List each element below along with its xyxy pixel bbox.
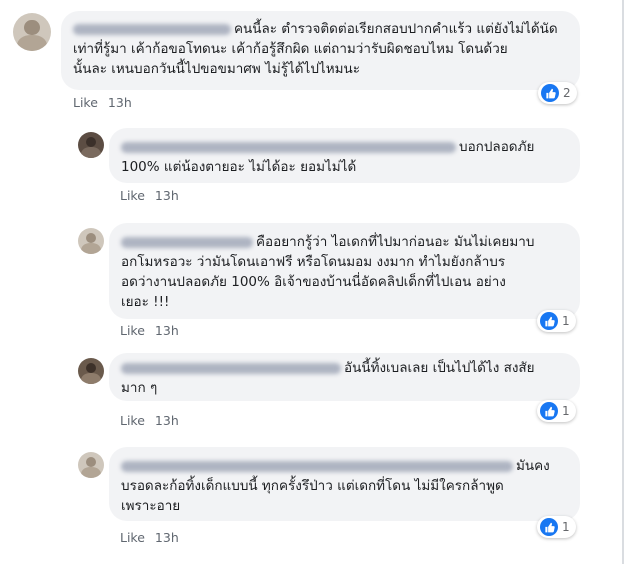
comment-bubble: อันนี้ทิ้งเบลเลย เป็นไปได้ไง สงสัย มาก ๆ (109, 353, 580, 401)
reaction-count-value: 1 (562, 314, 570, 328)
timestamp[interactable]: 13h (155, 413, 179, 428)
avatar[interactable] (78, 228, 104, 254)
thumbs-up-icon (540, 312, 558, 330)
comment-text-line: อกโมหรอวะ ว่ามันโดนเอาฟรี หรือโดนมอม งงม… (121, 254, 506, 270)
comment-meta: Like 13h (120, 530, 179, 545)
reaction-count-value: 1 (562, 520, 570, 534)
reaction-count-value: 2 (563, 86, 571, 100)
reaction-count[interactable]: 1 (537, 400, 576, 422)
like-button[interactable]: Like (120, 413, 145, 428)
comment-text-line: คืออยากรู้ว่า ไอเดกที่ไปมาก่อนอะ มันไม่เ… (256, 234, 535, 250)
comment-meta: Like 13h (73, 95, 132, 110)
comment-text-line: บอกปลอดภัย (459, 139, 535, 155)
timestamp[interactable]: 13h (155, 530, 179, 545)
like-button[interactable]: Like (120, 530, 145, 545)
comment-text-line: มาก ๆ (121, 380, 158, 396)
thumbs-up-icon (540, 518, 558, 536)
comment-text-line: เยอะ !!! (121, 294, 170, 310)
comment-text-line: เพราะอาย (121, 498, 181, 514)
comment-text-line: คนนี้ละ ตำรวจติดต่อเรียกสอบปากคำแร้ว แต่… (234, 21, 558, 37)
comment-bubble: มันคง บรอดละก้อทิ้งเด็กแบบนี้ ทุกครั้งรึ… (109, 447, 580, 521)
avatar[interactable] (13, 13, 51, 51)
timestamp[interactable]: 13h (155, 323, 179, 338)
timestamp[interactable]: 13h (155, 188, 179, 203)
commenter-name-redacted[interactable] (121, 460, 513, 472)
like-button[interactable]: Like (120, 188, 145, 203)
comment-meta: Like 13h (120, 413, 179, 428)
reaction-count[interactable]: 2 (538, 82, 577, 104)
thumbs-up-icon (540, 402, 558, 420)
like-button[interactable]: Like (120, 323, 145, 338)
timestamp[interactable]: 13h (108, 95, 132, 110)
comment-text-line: บรอดละก้อทิ้งเด็กแบบนี้ ทุกครั้งรึป่าว แ… (121, 478, 504, 494)
commenter-name-redacted[interactable] (121, 236, 253, 248)
comment-text-line: นั้นละ เหนบอกวันนี้ไปขอขมาศพ ไม่รู้ได้ไป… (73, 61, 360, 77)
comment-text-line: มันคง (516, 458, 550, 474)
commenter-name-redacted[interactable] (121, 141, 456, 153)
comment-bubble: คนนี้ละ ตำรวจติดต่อเรียกสอบปากคำแร้ว แต่… (61, 11, 580, 90)
commenter-name-redacted[interactable] (121, 362, 341, 374)
avatar[interactable] (78, 132, 104, 158)
reaction-count-value: 1 (562, 404, 570, 418)
commenter-name-redacted[interactable] (73, 23, 231, 35)
comment-text-line: 100% แต่น้องตายอะ ไม่ได้อะ ยอมไม่ได้ (121, 159, 357, 175)
comment-meta: Like 13h (120, 188, 179, 203)
comment-text-line: อดว่างานปลอดภัย 100% อิเจ้าของบ้านนี่อัด… (121, 274, 506, 290)
avatar[interactable] (78, 358, 104, 384)
comment-text-line: อันนี้ทิ้งเบลเลย เป็นไปได้ไง สงสัย (344, 360, 535, 376)
comment-bubble: คืออยากรู้ว่า ไอเดกที่ไปมาก่อนอะ มันไม่เ… (109, 223, 580, 319)
comment-bubble: บอกปลอดภัย 100% แต่น้องตายอะ ไม่ได้อะ ยอ… (109, 128, 580, 183)
comment-meta: Like 13h (120, 323, 179, 338)
comment-text-line: เท่าที่รู้มา เค้าก้อขอโทดนะ เค้าก้อรู้สึ… (73, 41, 508, 57)
reaction-count[interactable]: 1 (537, 516, 576, 538)
thumbs-up-icon (541, 84, 559, 102)
avatar[interactable] (78, 452, 104, 478)
reaction-count[interactable]: 1 (537, 310, 576, 332)
like-button[interactable]: Like (73, 95, 98, 110)
